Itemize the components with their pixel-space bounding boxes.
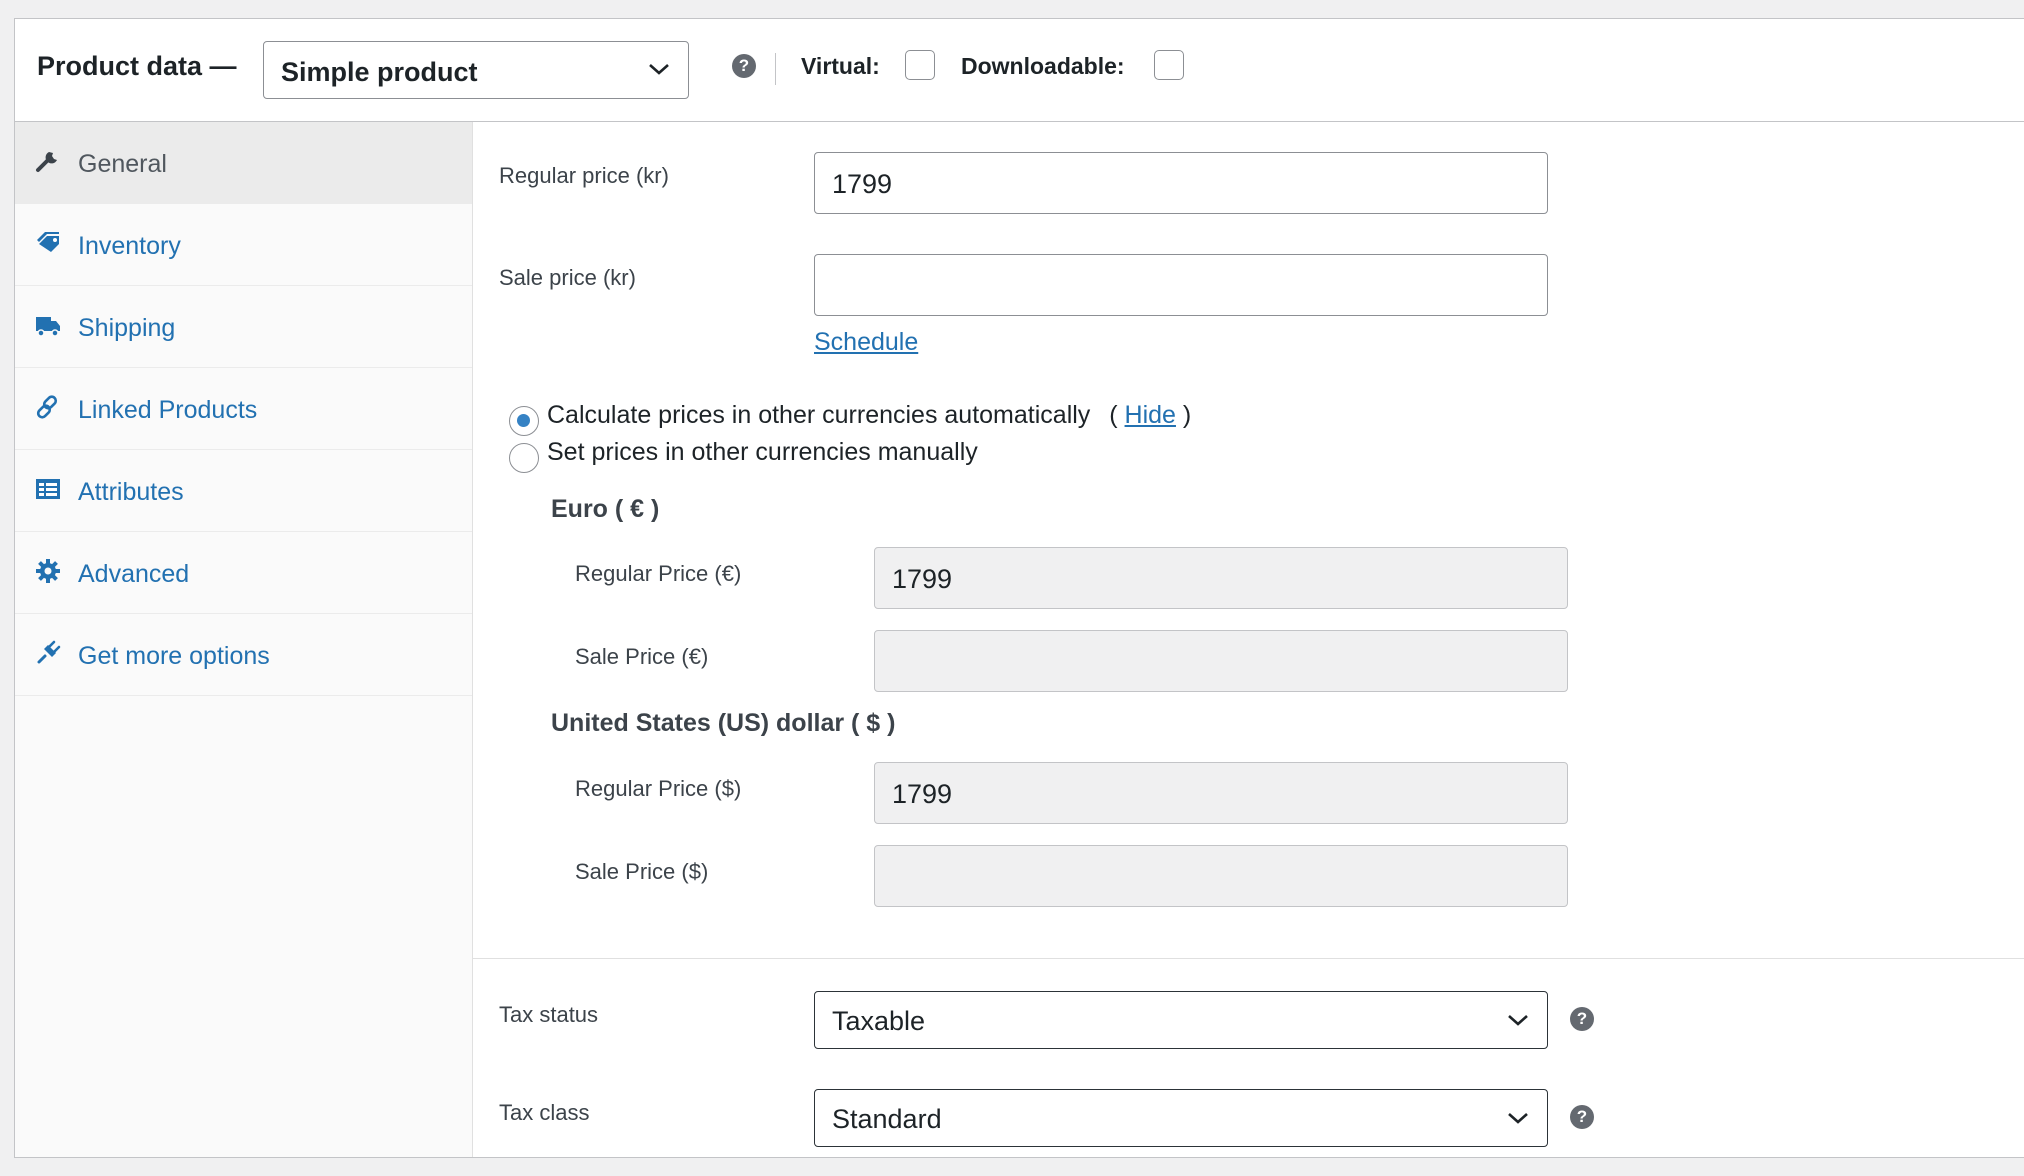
euro-regular-price-input[interactable]: 1799	[874, 547, 1568, 609]
tab-shipping[interactable]: Shipping	[15, 286, 472, 368]
tab-label: Advanced	[78, 560, 190, 588]
tab-label: Linked Products	[78, 396, 258, 424]
chevron-down-icon	[649, 64, 669, 75]
tab-advanced[interactable]: Advanced	[15, 532, 472, 614]
plugin-icon	[37, 640, 61, 664]
auto-currency-radio[interactable]	[509, 406, 539, 436]
usd-sale-price-input[interactable]	[874, 845, 1568, 907]
product-data-tabs: General Inventory Shipping Linked Produc…	[15, 122, 473, 1157]
tax-class-select[interactable]: Standard	[814, 1089, 1548, 1147]
hide-close-paren: )	[1182, 401, 1192, 429]
tax-status-value: Taxable	[832, 1006, 926, 1036]
list-icon	[36, 479, 60, 499]
sale-price-input[interactable]	[814, 254, 1548, 316]
auto-currency-text: Calculate prices in other currencies aut…	[547, 401, 1091, 429]
currency-heading-euro: Euro ( € )	[551, 495, 660, 523]
virtual-checkbox[interactable]	[905, 50, 935, 80]
general-panel: Regular price (kr) 1799 Sale price (kr) …	[473, 122, 2024, 1157]
tax-class-help-icon[interactable]: ?	[1570, 1105, 1594, 1129]
euro-sale-price-input[interactable]	[874, 630, 1568, 692]
chevron-down-icon	[1508, 1113, 1528, 1124]
product-type-value: Simple product	[281, 57, 478, 87]
regular-price-value: 1799	[832, 169, 893, 199]
manual-currency-label: Set prices in other currencies manually	[547, 438, 978, 466]
section-divider	[473, 958, 2024, 959]
link-icon	[36, 395, 58, 419]
currency-heading-usd: United States (US) dollar ( $ )	[551, 709, 896, 737]
euro-sale-price-label: Sale Price (€)	[575, 644, 709, 669]
tab-label: Inventory	[78, 232, 181, 260]
tab-general[interactable]: General	[15, 122, 472, 204]
tax-status-select[interactable]: Taxable	[814, 991, 1548, 1049]
usd-regular-price-value: 1799	[892, 779, 953, 809]
tab-attributes[interactable]: Attributes	[15, 450, 472, 532]
product-data-title: Product data —	[37, 51, 237, 81]
tab-label: Shipping	[78, 314, 176, 342]
tax-status-help-icon[interactable]: ?	[1570, 1007, 1594, 1031]
tax-class-label: Tax class	[499, 1100, 590, 1125]
usd-sale-price-label: Sale Price ($)	[575, 859, 709, 884]
product-data-header: Product data — Simple product ? Virtual:…	[15, 19, 2024, 122]
tab-linked-products[interactable]: Linked Products	[15, 368, 472, 450]
tab-get-more-options[interactable]: Get more options	[15, 614, 472, 696]
auto-currency-label: Calculate prices in other currencies aut…	[547, 401, 1191, 430]
chevron-down-icon	[1508, 1015, 1528, 1026]
sale-price-label: Sale price (kr)	[499, 265, 636, 290]
product-type-select[interactable]: Simple product	[263, 41, 689, 99]
tag-icon	[37, 232, 59, 252]
tax-status-label: Tax status	[499, 1002, 599, 1027]
schedule-link[interactable]: Schedule	[814, 328, 918, 357]
downloadable-checkbox[interactable]	[1154, 50, 1184, 80]
usd-regular-price-input[interactable]: 1799	[874, 762, 1568, 824]
virtual-label: Virtual:	[801, 53, 880, 79]
header-divider	[775, 53, 776, 85]
euro-regular-price-value: 1799	[892, 564, 953, 594]
tax-class-value: Standard	[832, 1104, 942, 1134]
hide-open-paren: (	[1109, 401, 1118, 429]
truck-icon	[36, 317, 60, 337]
regular-price-label: Regular price (kr)	[499, 163, 669, 188]
downloadable-label: Downloadable:	[961, 53, 1125, 79]
tab-inventory[interactable]: Inventory	[15, 204, 472, 286]
hide-link[interactable]: Hide	[1125, 401, 1176, 429]
gear-icon	[36, 559, 60, 583]
tab-label: General	[78, 150, 167, 178]
product-data-panel: Product data — Simple product ? Virtual:…	[14, 18, 2024, 1158]
manual-currency-radio[interactable]	[509, 443, 539, 473]
tab-label: Attributes	[78, 478, 184, 506]
euro-regular-price-label: Regular Price (€)	[575, 561, 742, 586]
product-type-help-icon[interactable]: ?	[732, 54, 756, 78]
wrench-icon	[36, 152, 57, 172]
regular-price-input[interactable]: 1799	[814, 152, 1548, 214]
tab-label: Get more options	[78, 642, 270, 670]
usd-regular-price-label: Regular Price ($)	[575, 776, 742, 801]
